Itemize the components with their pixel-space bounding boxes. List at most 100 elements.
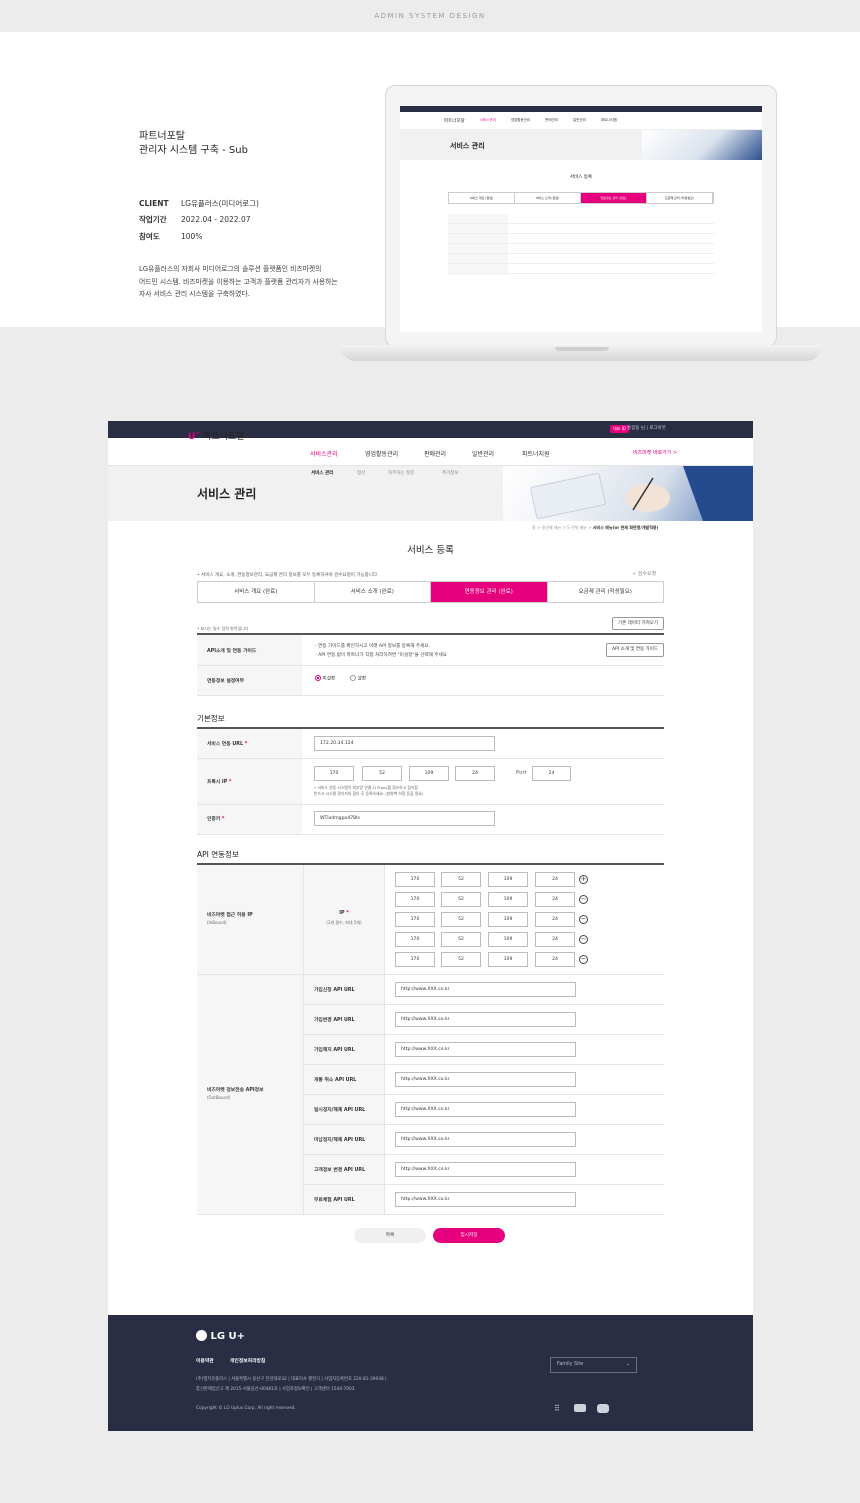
submenu-service[interactable]: 서비스 관리 [311,470,333,476]
tab-integration[interactable]: 연동정보 관리 (완료) [431,582,548,602]
api-url-input[interactable]: http://www.XXX.co.kr [395,1102,576,1117]
port-input[interactable]: 24 [532,766,571,781]
inbound-ip-field[interactable]: 24 [535,912,575,927]
inbound-ip-field[interactable]: 52 [441,872,481,887]
api-url-input[interactable]: http://www.XXX.co.kr [395,982,576,997]
minus-circle-icon[interactable]: − [579,955,588,964]
bizmarket-link[interactable]: 비즈마켓 바로가기 > [633,449,677,456]
minus-circle-icon[interactable]: − [579,935,588,944]
admin-page: 대표 ID 홍길동 님 | 로그아웃 U+ 파트너포탈 서비스관리 영업활동관리… [108,421,753,1431]
user-info[interactable]: 홍길동 님 | 로그아웃 [627,425,666,431]
row-divider [304,1094,664,1095]
minus-circle-icon[interactable]: − [579,895,588,904]
inbound-ip-field[interactable]: 170 [395,912,435,927]
inbound-ip-field[interactable]: 170 [395,892,435,907]
chevron-down-icon: ⌄ [625,1362,630,1367]
youtube-icon[interactable] [597,1404,609,1413]
inbound-ip-field[interactable]: 24 [535,892,575,907]
family-site-select[interactable]: Family Site ⌄ [550,1357,637,1373]
lg-logo-icon [196,1330,207,1341]
plus-circle-icon[interactable]: + [579,875,588,884]
client-row: CLIENT LG유플러스(미디어로그) [139,198,259,209]
breadcrumb-current: 서비스 메뉴(or 현재 화면명/개발적용) [592,525,659,530]
blog-icon[interactable] [574,1404,586,1412]
load-data-button[interactable]: 기존 데이터 가져오기 [612,617,664,630]
inbound-ip-field[interactable]: 24 [535,872,575,887]
proxy-ip-3[interactable]: 109 [409,766,449,781]
submenu-faq[interactable]: 자주하는 질문 [388,470,414,476]
radio-not-set[interactable]: 미설정 [315,675,335,682]
inbound-ip-field[interactable]: 109 [488,872,528,887]
inbound-ip-field[interactable]: 24 [535,952,575,967]
column-divider [384,865,385,1214]
proxy-ip-4[interactable]: 24 [455,766,495,781]
cert-key-label-text: 인증키 [207,817,221,822]
menu-general[interactable]: 일반관리 [472,449,494,458]
inbound-ip-field[interactable]: 170 [395,872,435,887]
preview-row [448,244,714,254]
ip-label-text: IP [339,911,345,916]
radio-set[interactable]: 설정 [350,675,366,682]
api-url-input[interactable]: http://www.XXX.co.kr [395,1192,576,1207]
api-url-input[interactable]: http://www.XXX.co.kr [395,1132,576,1147]
proxy-ip-label-text: 프록시 IP [207,780,228,785]
proxy-ip-2[interactable]: 52 [362,766,402,781]
menu-sales-activity[interactable]: 영업활동관리 [365,449,398,458]
list-button[interactable]: 목록 [354,1228,426,1243]
preview-row [448,264,714,274]
row-divider [197,834,664,835]
preview-row [448,254,714,264]
service-url-label-text: 서비스 연동 URL [207,742,244,747]
menu-partner-support[interactable]: 파트너지원 [522,449,550,458]
submenu-settlement[interactable]: 정산 [357,470,365,476]
inbound-ip-field[interactable]: 52 [441,912,481,927]
footer-address-2: 통신판매업신고 제 2015-서울용산-00481호 | 사업자정보확인 | 고… [196,1387,355,1392]
api-guide-button[interactable]: API 소개 및 연동 가이드 [606,643,664,657]
tab-intro[interactable]: 서비스 소개 (완료) [315,582,431,602]
desc-line-3: 자사 서비스 관리 시스템을 구축하였다. [139,290,250,298]
api-guide-line-1: - 연동 가이드를 확인하시고 아래 API 정보를 등록해 주세요. [315,644,431,649]
api-url-label: 가입해지 API URL [314,1048,355,1053]
save-draft-button[interactable]: 임시저장 [433,1228,505,1243]
review-request-link[interactable]: ➢ 검수요청 [632,570,656,577]
tab-overview[interactable]: 서비스 개요 (완료) [198,582,315,602]
inbound-ip-field[interactable]: 109 [488,932,528,947]
inbound-ip-field[interactable]: 109 [488,892,528,907]
cert-key-input[interactable]: WTiodmgpo478Is [314,811,495,826]
api-url-input[interactable]: http://www.XXX.co.kr [395,1042,576,1057]
inbound-ip-field[interactable]: 109 [488,952,528,967]
preview-tab-4: 요금제 관리 (작성필요) [647,193,713,203]
inbound-ip-field[interactable]: 52 [441,952,481,967]
menu-sales[interactable]: 판매관리 [424,449,446,458]
inbound-ip-field[interactable]: 170 [395,952,435,967]
inbound-ip-field[interactable]: 52 [441,932,481,947]
menu-service[interactable]: 서비스관리 [310,449,338,458]
send-icon: ➢ [632,571,637,577]
api-url-input[interactable]: http://www.XXX.co.kr [395,1072,576,1087]
inbound-ip-field[interactable]: 170 [395,932,435,947]
inbound-label: 비즈마켓 접근 허용 IP [207,913,253,918]
submenu-extra[interactable]: 추가정보 [442,470,459,476]
preview-banner: 서비스 관리 [400,130,762,160]
privacy-link[interactable]: 개인정보처리방침 [230,1357,265,1364]
participation-value: 100% [181,232,203,241]
tstore-icon[interactable]: ⠿ [554,1404,560,1413]
service-url-input[interactable]: 172.20.34.124 [314,736,495,751]
footer-address-1: (주)엘지유플러스 | 서울특별시 용산구 한강대로32 | 대표이사 황현식 … [196,1377,387,1382]
api-url-input[interactable]: http://www.XXX.co.kr [395,1012,576,1027]
laptop-screen-preview: 파트너포탈 서비스관리 영업활동관리 판매관리 일반관리 파트너지원 서비스 관… [400,106,762,332]
inbound-ip-field[interactable]: 109 [488,912,528,927]
inbound-ip-field[interactable]: 52 [441,892,481,907]
minus-circle-icon[interactable]: − [579,915,588,924]
tab-pricing[interactable]: 요금제 관리 (작성필요) [548,582,664,602]
preview-form-title: 서비스 등록 [569,175,593,180]
api-url-input[interactable]: http://www.XXX.co.kr [395,1162,576,1177]
required-note: • 표시는 필수 입력 항목입니다 [197,626,249,631]
row-divider [197,804,664,805]
project-title: 파트너포탈 관리자 시스템 구축 - Sub [139,130,248,158]
proxy-ip-1[interactable]: 170 [314,766,354,781]
inbound-ip-field[interactable]: 24 [535,932,575,947]
logo[interactable]: U+ 파트너포탈 [188,429,245,442]
terms-link[interactable]: 이용약관 [196,1357,214,1364]
outbound-label: 비즈마켓 정보전송 API정보 [207,1088,264,1093]
